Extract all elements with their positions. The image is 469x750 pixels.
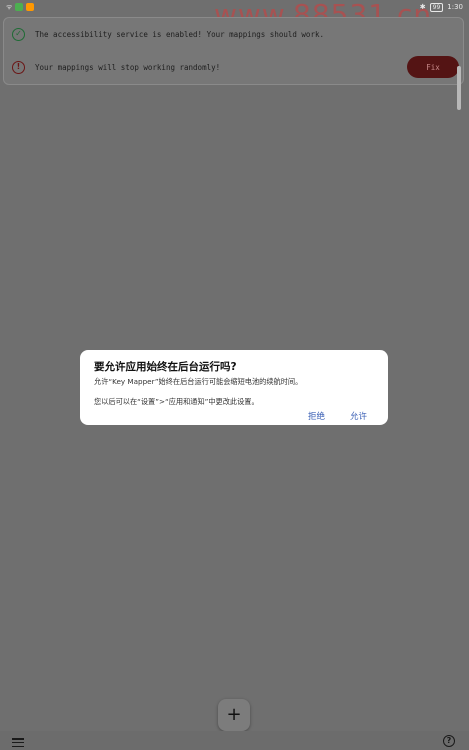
- menu-icon-line: [12, 745, 24, 747]
- clock: 1:30: [447, 3, 463, 11]
- bottom-app-bar: [0, 731, 469, 750]
- dialog-title: 要允许应用始终在后台运行吗?: [94, 361, 237, 373]
- check-circle-icon: ✓: [12, 27, 25, 41]
- menu-icon[interactable]: [12, 738, 24, 747]
- alert-circle-icon: !: [12, 60, 25, 74]
- dialog-note: 您以后可以在“设置”>“应用和通知”中更改此设置。: [94, 397, 259, 406]
- app-notification-icon: [15, 3, 24, 11]
- allow-button[interactable]: 允许: [350, 410, 367, 422]
- warning-message: Your mappings will stop working randomly…: [35, 62, 221, 72]
- dialog-message: 允许“Key Mapper”始终在后台运行可能会缩短电池的续航时间。: [94, 377, 303, 386]
- fix-button[interactable]: Fix: [407, 56, 459, 78]
- menu-icon-line: [12, 738, 24, 740]
- warning-row: ! Your mappings will stop working random…: [4, 56, 463, 78]
- status-left: ᯤ: [6, 2, 35, 12]
- menu-icon-line: [12, 741, 24, 744]
- add-mapping-button[interactable]: +: [218, 699, 250, 731]
- background-permission-dialog: 要允许应用始终在后台运行吗? 允许“Key Mapper”始终在后台运行可能会缩…: [80, 350, 388, 425]
- help-icon[interactable]: ?: [443, 735, 455, 747]
- signal-icon: ᯤ: [6, 2, 13, 11]
- success-message: The accessibility service is enabled! Yo…: [35, 29, 324, 39]
- deny-button[interactable]: 拒绝: [308, 410, 325, 422]
- status-card: ✓ The accessibility service is enabled! …: [3, 17, 464, 85]
- success-row: ✓ The accessibility service is enabled! …: [4, 23, 463, 45]
- scrollbar[interactable]: [457, 66, 461, 110]
- app-notification-icon: [26, 3, 35, 11]
